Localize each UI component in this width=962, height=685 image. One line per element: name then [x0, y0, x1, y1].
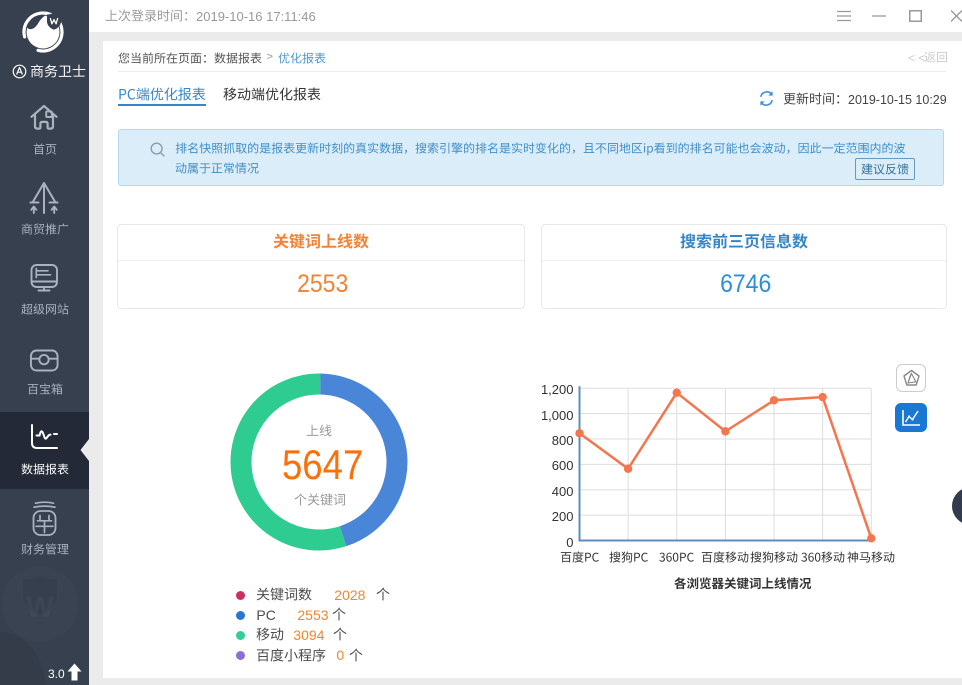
svg-text:W: W	[26, 591, 55, 624]
